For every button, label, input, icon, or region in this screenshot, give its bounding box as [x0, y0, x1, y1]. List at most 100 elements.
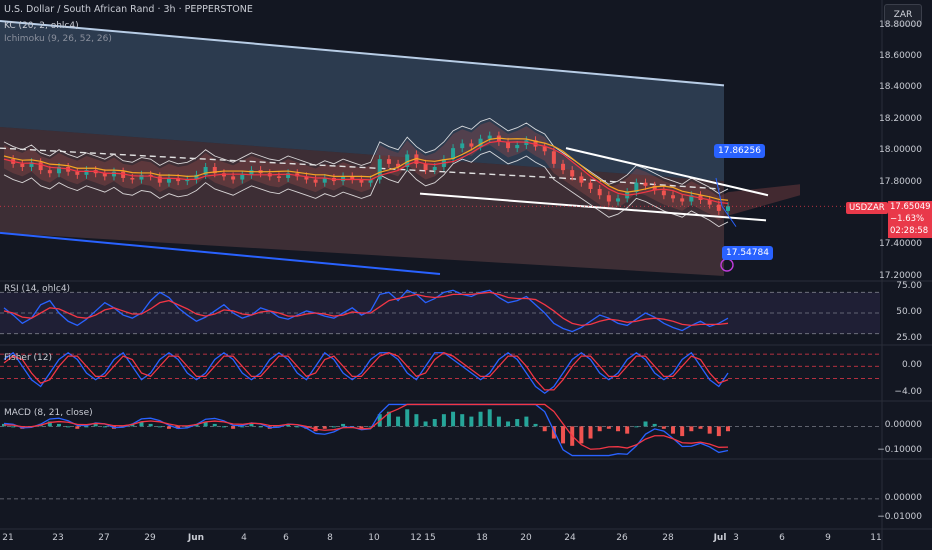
symbol-title[interactable]: U.S. Dollar / South African Rand · 3h · … [4, 4, 253, 15]
macd-histogram-bar [616, 426, 621, 432]
upper-target-tag: 17.86256 [714, 144, 765, 158]
time-axis-label: 4 [241, 533, 247, 543]
macd-histogram-bar [689, 426, 694, 432]
fisher-legend[interactable]: Fisher (12) [4, 353, 52, 363]
macd-histogram-bar [524, 416, 529, 427]
macd-histogram-bar [341, 423, 346, 427]
kc-legend[interactable]: KC (20, 2, ohlc4) [4, 21, 79, 31]
macd-histogram-bar [84, 426, 89, 428]
price-axis-label: 17.80000 [879, 176, 922, 187]
time-axis-label: 18 [476, 533, 488, 543]
macd-histogram-bar [396, 416, 401, 427]
macd-histogram-bar [295, 426, 300, 428]
candle [240, 174, 245, 180]
candle [111, 171, 116, 177]
macd-histogram-bar [597, 426, 602, 432]
macd-histogram-bar [157, 426, 162, 428]
time-axis-label: 24 [564, 533, 576, 543]
macd-histogram-bar [414, 414, 419, 427]
time-axis-label: 11 [870, 533, 882, 543]
candle [130, 177, 135, 180]
candle [726, 206, 730, 211]
candle [38, 162, 43, 171]
candle [20, 163, 25, 167]
macd-histogram-bar [680, 426, 685, 437]
macd-histogram-bar [542, 426, 547, 432]
macd-histogram-bar [148, 423, 153, 427]
price-axis-label: 18.40000 [879, 82, 922, 93]
price-axis-label: 18.60000 [879, 51, 922, 62]
macd-histogram-bar [221, 426, 226, 428]
macd-histogram-bar [11, 426, 16, 428]
candle [579, 176, 584, 183]
candle [570, 170, 575, 177]
candle [313, 179, 318, 183]
macd-histogram-bar [716, 426, 721, 437]
candle [249, 170, 254, 175]
time-axis-label: 29 [144, 533, 156, 543]
candle [561, 163, 566, 171]
time-axis-label: 9 [825, 533, 831, 543]
chart-canvas[interactable] [0, 0, 932, 550]
candle [680, 198, 685, 202]
lower-target-tag: 17.54784 [722, 246, 773, 260]
candle [661, 190, 666, 196]
macd-histogram-bar [606, 426, 611, 429]
macd-histogram-bar [405, 409, 410, 427]
candle [423, 163, 428, 171]
macd-histogram-bar [561, 426, 566, 444]
macd-histogram-bar [441, 414, 446, 427]
macd-histogram-bar [506, 421, 511, 427]
candle [276, 176, 281, 178]
time-axis-label: 28 [662, 533, 674, 543]
price-axis-label: 17.40000 [879, 239, 922, 250]
macd-histogram-bar [634, 426, 639, 428]
macd-histogram-bar [469, 416, 474, 427]
macd-histogram-bar [533, 423, 538, 427]
time-axis-label: 26 [616, 533, 628, 543]
price-axis-label: 18.00000 [879, 145, 922, 156]
rsi-legend[interactable]: RSI (14, ohlc4) [4, 284, 70, 294]
macd-histogram-bar [212, 423, 217, 427]
candle [487, 135, 492, 139]
time-axis-label: 6 [283, 533, 289, 543]
macd-histogram-bar [331, 426, 336, 428]
price-axis-label: 50.00 [896, 307, 922, 317]
candle [75, 171, 80, 175]
candle [515, 145, 520, 149]
price-axis-label: 18.80000 [879, 19, 922, 30]
candle [588, 182, 593, 189]
candle [506, 141, 511, 149]
candle [597, 188, 602, 196]
time-axis-label: 12 [410, 533, 422, 543]
time-axis-label: 20 [520, 533, 532, 543]
macd-histogram-bar [579, 426, 584, 444]
candle [671, 195, 676, 199]
fisher-line [3, 351, 729, 395]
macd-legend[interactable]: MACD (8, 21, close) [4, 408, 93, 418]
macd-histogram-bar [643, 421, 648, 427]
price-axis-label: 17.20000 [879, 270, 922, 281]
macd-histogram-bar [661, 426, 666, 429]
candle [231, 176, 236, 180]
macd-histogram-bar [423, 421, 428, 427]
ichimoku-legend[interactable]: Ichimoku (9, 26, 52, 26) [4, 34, 112, 44]
macd-histogram-bar [487, 409, 492, 427]
candle [469, 143, 474, 147]
macd-histogram-bar [66, 426, 71, 428]
macd-histogram-bar [707, 426, 712, 434]
macd-histogram-bar [56, 423, 61, 427]
time-axis-label: 6 [779, 533, 785, 543]
time-axis-label: Jun [187, 533, 205, 543]
price-axis-label: 75.00 [896, 281, 922, 292]
macd-histogram-bar [258, 426, 263, 428]
macd-histogram-bar [478, 411, 483, 427]
price-axis-label: −0.10000 [877, 444, 922, 455]
rsi-band [0, 292, 880, 334]
candle [606, 195, 611, 202]
macd-histogram-bar [102, 426, 107, 428]
price-axis-label: 25.00 [896, 332, 922, 343]
time-axis-label: 8 [327, 533, 333, 543]
macd-histogram-bar [515, 419, 520, 427]
price-axis-label: −4.00 [894, 387, 922, 398]
